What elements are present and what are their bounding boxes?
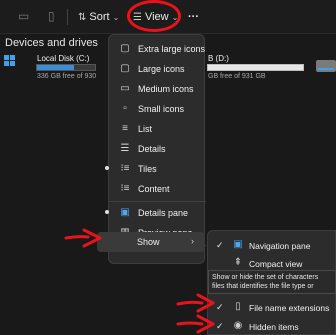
drive-e-led (318, 68, 334, 70)
tooltip: Show or hide the set of characters files… (208, 270, 336, 294)
tooltip-line-1: Show or hide the set of characters (212, 274, 319, 281)
compact-view-icon: ⇞ (233, 257, 243, 268)
submenu-item-label: File name extensions (249, 303, 330, 313)
menu-item-content[interactable]: ⁝≡ Content (109, 179, 206, 199)
windows-drive-icon (4, 55, 16, 67)
sort-icon: ⇅ (78, 12, 87, 23)
tiles-selected-bullet (105, 166, 109, 170)
menu-item-label: Medium icons (138, 84, 194, 94)
menu-item-details-pane[interactable]: ▣ Details pane (109, 203, 206, 223)
highlight-ellipse-annotation (127, 0, 181, 32)
large-icons-icon: ▢ (120, 63, 130, 74)
menu-item-label: Details (138, 144, 166, 154)
menu-item-extra-large-icons[interactable]: ▢ Extra large icons (109, 39, 206, 59)
arrow-annotation-file-name-extensions (176, 293, 215, 313)
details-icon: ☰ (120, 143, 130, 154)
file-icon: ▯ (235, 301, 241, 312)
tooltip-line-2: files that identifies the file type or (212, 283, 314, 290)
menu-item-details[interactable]: ☰ Details (109, 139, 206, 159)
drive-e-icon (316, 60, 336, 72)
menu-item-label: Large icons (138, 64, 185, 74)
menu-item-label: Extra large icons (138, 44, 206, 54)
extra-large-icons-icon: ▢ (120, 43, 130, 54)
list-icon: ≡ (122, 123, 128, 134)
menu-item-tiles[interactable]: ⁝≡ Tiles (109, 159, 206, 179)
submenu-item-label: Compact view (249, 259, 303, 269)
drive-c-free-space: 336 GB free of 930 (37, 73, 97, 80)
section-title: Devices and drives (5, 37, 98, 49)
checkmark-icon: ✓ (216, 240, 224, 250)
submenu-item-file-name-extensions[interactable]: ✓ ▯ File name extensions (208, 297, 336, 317)
drive-c-name[interactable]: Local Disk (C:) (37, 54, 89, 63)
medium-icons-icon: ▭ (120, 83, 130, 94)
menu-divider (109, 201, 206, 202)
small-icons-icon: ▫ (123, 103, 127, 114)
delete-icon[interactable]: ▯ (48, 10, 55, 22)
menu-item-small-icons[interactable]: ▫ Small icons (109, 99, 206, 119)
tiles-icon: ⁝≡ (120, 163, 130, 174)
menu-item-label: Details pane (138, 208, 189, 218)
menu-item-medium-icons[interactable]: ▭ Medium icons (109, 79, 206, 99)
view-dropdown-menu: ▢ Extra large icons ▢ Large icons ▭ Medi… (108, 34, 206, 264)
navigation-pane-icon: ▣ (233, 239, 243, 250)
submenu-item-hidden-items[interactable]: ✓ ◉ Hidden items (208, 316, 336, 335)
drive-c-usage-bar (36, 64, 96, 71)
details-pane-selected-bullet (105, 210, 109, 214)
sort-button[interactable]: ⇅ Sort ⌄ (78, 9, 119, 25)
submenu-item-label: Hidden items (249, 322, 299, 332)
checkmark-icon: ✓ (216, 321, 224, 331)
submenu-item-label: Navigation pane (249, 241, 311, 251)
arrow-annotation-hidden-items (176, 314, 215, 334)
menu-item-show-label: Show (137, 237, 160, 247)
drive-d-name[interactable]: B (D:) (208, 54, 229, 63)
toolbar-divider (67, 9, 68, 25)
submenu-item-navigation-pane[interactable]: ✓ ▣ Navigation pane (208, 235, 336, 255)
arrow-annotation-show (64, 228, 102, 248)
menu-item-label: Content (138, 184, 170, 194)
drive-d-free-space: GB free of 931 GB (208, 73, 266, 80)
eye-icon: ◉ (233, 320, 243, 331)
content-icon: ⁝≡ (120, 183, 130, 194)
more-options-button[interactable]: ··· (188, 9, 199, 25)
menu-item-label: List (138, 124, 153, 134)
menu-item-label: Small icons (138, 104, 185, 114)
chevron-down-icon: ⌄ (112, 13, 120, 22)
checkmark-icon: ✓ (216, 302, 224, 312)
drive-c-usage-fill (37, 65, 75, 70)
menu-item-list[interactable]: ≡ List (109, 119, 206, 139)
drive-d-usage-bar (207, 64, 304, 71)
menu-item-label: Tiles (138, 164, 157, 174)
chevron-right-icon: › (191, 236, 194, 246)
details-pane-icon: ▣ (120, 207, 130, 218)
menu-item-large-icons[interactable]: ▢ Large icons (109, 59, 206, 79)
more-label: ··· (188, 11, 199, 23)
share-icon[interactable]: ▭ (18, 10, 29, 22)
sort-label: Sort (89, 11, 110, 23)
